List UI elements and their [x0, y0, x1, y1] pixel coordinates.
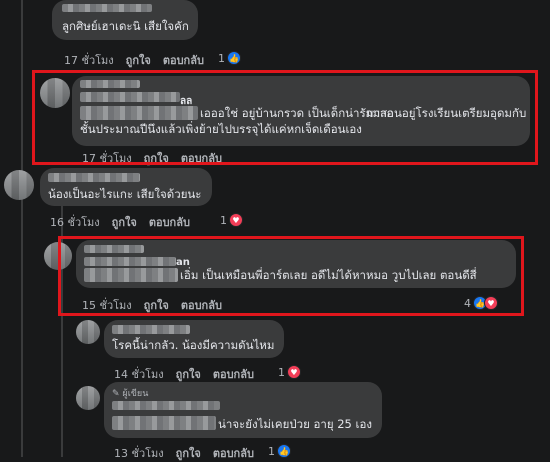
comment-text: น้องเป็นอะไรแกะ เสียใจด้วยนะ — [48, 187, 202, 201]
comment-actions: 16 ชั่วโมง ถูกใจ ตอบกลับ — [50, 213, 190, 231]
reaction-count: 1 — [278, 365, 285, 379]
comment-time[interactable]: 17 ชั่วโมง — [64, 51, 114, 69]
comment-time[interactable]: 13 ชั่วโมง — [114, 444, 164, 462]
author-badge-label: ผู้เขียน — [122, 389, 149, 399]
commenter-name-redacted — [62, 4, 152, 12]
love-icon: ♥ — [229, 213, 243, 227]
reaction-summary[interactable]: 1 ♥ — [278, 365, 301, 379]
comment-text: โรคนี้น่ากลัว. น้องมีความดันไหม — [112, 338, 275, 352]
like-button[interactable]: ถูกใจ — [176, 365, 201, 383]
commenter-name-redacted — [48, 173, 140, 182]
commenter-name-redacted — [112, 325, 190, 334]
reaction-count: 1 — [218, 51, 225, 65]
like-button[interactable]: ถูกใจ — [126, 51, 151, 69]
comment-text: ลูกศิษย์เฮาเดะนิ เสียใจคัก — [62, 19, 189, 33]
reply-button[interactable]: ตอบกลับ — [149, 213, 190, 231]
commenter-name-redacted — [112, 416, 216, 430]
like-button[interactable]: ถูกใจ — [112, 213, 137, 231]
like-icon: 👍 — [277, 444, 291, 458]
comment-text: น่าจะยังไม่เคยป่วย อายุ 25 เอง — [218, 417, 372, 431]
comment-actions: 14 ชั่วโมง ถูกใจ ตอบกลับ — [114, 365, 254, 383]
like-icon: 👍 — [227, 51, 241, 65]
avatar[interactable] — [76, 386, 100, 410]
reaction-summary[interactable]: 1 ♥ — [220, 213, 243, 227]
comment-time[interactable]: 14 ชั่วโมง — [114, 365, 164, 383]
thread-line — [21, 0, 23, 457]
comment-actions: 17 ชั่วโมง ถูกใจ ตอบกลับ — [64, 51, 204, 69]
reply-button[interactable]: ตอบกลับ — [213, 365, 254, 383]
commenter-name-redacted — [112, 401, 220, 410]
reaction-count: 1 — [220, 213, 227, 227]
highlight-box — [58, 236, 524, 316]
reaction-summary[interactable]: 1 👍 — [218, 51, 241, 65]
pencil-icon: ✎ — [112, 389, 120, 399]
avatar[interactable] — [76, 320, 100, 344]
comment-actions: 13 ชั่วโมง ถูกใจ ตอบกลับ — [114, 444, 254, 462]
reply-button[interactable]: ตอบกลับ — [163, 51, 204, 69]
highlight-box — [32, 70, 538, 165]
author-badge: ✎ ผู้เขียน — [112, 386, 148, 400]
love-icon: ♥ — [287, 365, 301, 379]
reaction-summary[interactable]: 1 👍 — [268, 444, 291, 458]
like-button[interactable]: ถูกใจ — [176, 444, 201, 462]
avatar[interactable] — [4, 170, 34, 200]
reply-button[interactable]: ตอบกลับ — [213, 444, 254, 462]
reaction-count: 1 — [268, 444, 275, 458]
comment-time[interactable]: 16 ชั่วโมง — [50, 213, 100, 231]
